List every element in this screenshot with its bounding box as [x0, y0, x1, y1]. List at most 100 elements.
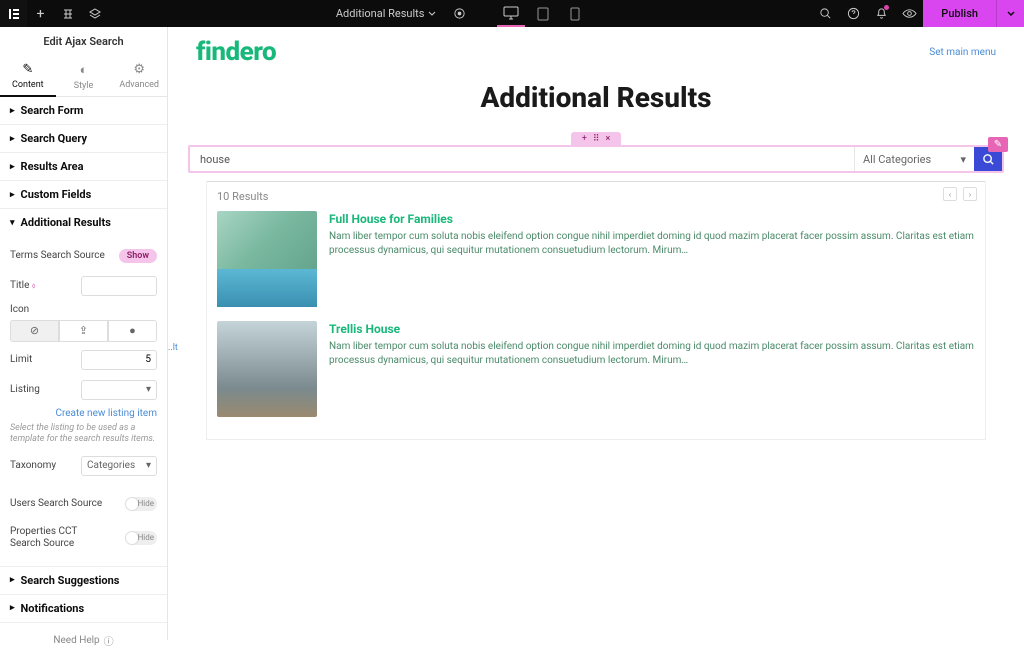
additional-results-body: Terms Search Source Show Title ⬨ Icon ⊘ …	[0, 236, 167, 566]
gear-icon: ⚙	[133, 62, 145, 77]
widget-edit-pill: + ⠿ ×	[571, 132, 621, 146]
result-item: Trellis House Nam liber tempor cum solut…	[217, 321, 975, 417]
caret-right-icon: ▸	[10, 190, 15, 200]
create-listing-link[interactable]: Create new listing item	[10, 408, 157, 419]
props-source-toggle[interactable]: Hide	[125, 531, 157, 545]
elementor-logo-icon[interactable]	[0, 0, 27, 27]
next-page-button[interactable]: ›	[963, 187, 977, 201]
help-icon[interactable]	[839, 0, 867, 27]
help-circle-icon: ⓘ	[104, 633, 114, 648]
category-select[interactable]: All Categories ▾	[854, 147, 974, 171]
searchbar: All Categories ▾	[188, 145, 1004, 173]
icon-library[interactable]: ●	[108, 320, 157, 342]
edit-widget-button[interactable]: ✎	[988, 137, 1008, 152]
caret-right-icon: ▸	[10, 162, 15, 172]
users-source-label: Users Search Source	[10, 498, 102, 510]
device-desktop-icon[interactable]	[497, 0, 525, 27]
topbar-center: Additional Results	[108, 0, 811, 27]
section-search-suggestions[interactable]: ▸Search Suggestions	[0, 567, 167, 594]
magnifier-icon	[982, 153, 995, 166]
section-notifications[interactable]: ▸Notifications	[0, 595, 167, 622]
set-menu-link[interactable]: Set main menu	[929, 47, 996, 58]
tab-style[interactable]: ◐ Style	[56, 56, 112, 96]
taxonomy-label: Taxonomy	[10, 460, 56, 472]
chevron-down-icon: ▾	[146, 384, 151, 395]
notifications-icon[interactable]	[867, 0, 895, 27]
result-excerpt: Nam liber tempor cum soluta nobis eleife…	[329, 230, 975, 257]
search-icon[interactable]	[811, 0, 839, 27]
limit-input[interactable]	[81, 350, 157, 370]
sidebar: Edit Ajax Search ✎ Content ◐ Style ⚙ Adv…	[0, 27, 168, 640]
result-excerpt: Nam liber tempor cum soluta nobis eleife…	[329, 340, 975, 367]
sidebar-tabs: ✎ Content ◐ Style ⚙ Advanced	[0, 56, 167, 97]
chevron-down-icon: ▾	[960, 153, 966, 166]
chevron-down-icon	[428, 10, 436, 18]
section-custom-fields[interactable]: ▸Custom Fields	[0, 181, 167, 208]
listing-label: Listing	[10, 384, 40, 396]
icon-selector: ⊘ ⇪ ●	[10, 320, 157, 342]
preview-header: findero Set main menu	[168, 27, 1024, 67]
notification-dot	[884, 5, 889, 10]
result-item: Full House for Families Nam liber tempor…	[217, 211, 975, 307]
topbar-left: +	[0, 0, 108, 27]
device-mobile-icon[interactable]	[561, 0, 589, 27]
drag-icon[interactable]: ⠿	[593, 134, 600, 144]
dynamic-icon: ⬨	[32, 281, 36, 290]
caret-right-icon: ▸	[10, 603, 15, 613]
close-icon[interactable]: ×	[605, 134, 610, 144]
search-widget: ✎ All Categories ▾ 10 Results ‹ ›	[188, 145, 1004, 440]
search-input[interactable]	[190, 147, 854, 171]
terms-source-toggle[interactable]: Show	[119, 249, 157, 263]
device-tablet-icon[interactable]	[529, 0, 557, 27]
settings-icon[interactable]	[446, 0, 473, 27]
result-title[interactable]: Trellis House	[329, 321, 975, 337]
add-element-icon[interactable]: +	[27, 0, 54, 27]
section-additional-results[interactable]: ▾Additional Results	[0, 209, 167, 236]
chevron-down-icon: ▾	[146, 460, 151, 471]
listing-hint: Select the listing to be used as a templ…	[10, 423, 157, 446]
result-title[interactable]: Full House for Families	[329, 211, 975, 227]
tab-content[interactable]: ✎ Content	[0, 56, 56, 97]
collapse-handle[interactable]: ..lt	[168, 343, 178, 353]
section-search-query[interactable]: ▸Search Query	[0, 125, 167, 152]
structure-icon[interactable]	[54, 0, 81, 27]
topbar: + Additional Results	[0, 0, 1024, 27]
publish-options-button[interactable]	[996, 0, 1024, 27]
icon-label: Icon	[10, 304, 157, 316]
listing-select[interactable]: ▾	[81, 380, 157, 400]
section-results-area[interactable]: ▸Results Area	[0, 153, 167, 180]
layers-icon[interactable]	[81, 0, 108, 27]
document-label: Additional Results	[336, 7, 425, 20]
caret-right-icon: ▸	[10, 575, 15, 585]
topbar-right: Publish	[811, 0, 1024, 27]
result-thumbnail	[217, 211, 317, 307]
title-label: Title ⬨	[10, 280, 36, 292]
results-nav: ‹ ›	[943, 187, 977, 201]
results-count: 10 Results	[217, 190, 975, 203]
results-panel: 10 Results ‹ › Full House for Families N…	[206, 181, 986, 440]
tab-advanced[interactable]: ⚙ Advanced	[111, 56, 167, 96]
taxonomy-select[interactable]: Categories▾	[81, 456, 157, 476]
icon-upload[interactable]: ⇪	[59, 320, 108, 342]
pencil-icon: ✎	[22, 62, 33, 77]
sidebar-title: Edit Ajax Search	[0, 27, 167, 56]
caret-right-icon: ▸	[10, 106, 15, 116]
prev-page-button[interactable]: ‹	[943, 187, 957, 201]
add-icon[interactable]: +	[582, 134, 587, 144]
caret-down-icon: ▾	[10, 218, 15, 228]
result-thumbnail	[217, 321, 317, 417]
page-title: Additional Results	[168, 81, 1024, 114]
publish-button[interactable]: Publish	[923, 0, 996, 27]
props-source-label: Properties CCT Search Source	[10, 526, 100, 549]
canvas: ..lt findero Set main menu Additional Re…	[168, 27, 1024, 640]
document-selector[interactable]: Additional Results	[330, 7, 443, 20]
icon-none[interactable]: ⊘	[10, 320, 59, 342]
preview-icon[interactable]	[895, 0, 923, 27]
limit-label: Limit	[10, 354, 32, 366]
users-source-toggle[interactable]: Hide	[125, 497, 157, 511]
site-logo: findero	[196, 37, 276, 67]
style-icon: ◐	[80, 62, 88, 78]
section-search-form[interactable]: ▸Search Form	[0, 97, 167, 124]
need-help-link[interactable]: Need Help ⓘ	[0, 623, 167, 658]
title-input[interactable]	[81, 276, 157, 296]
